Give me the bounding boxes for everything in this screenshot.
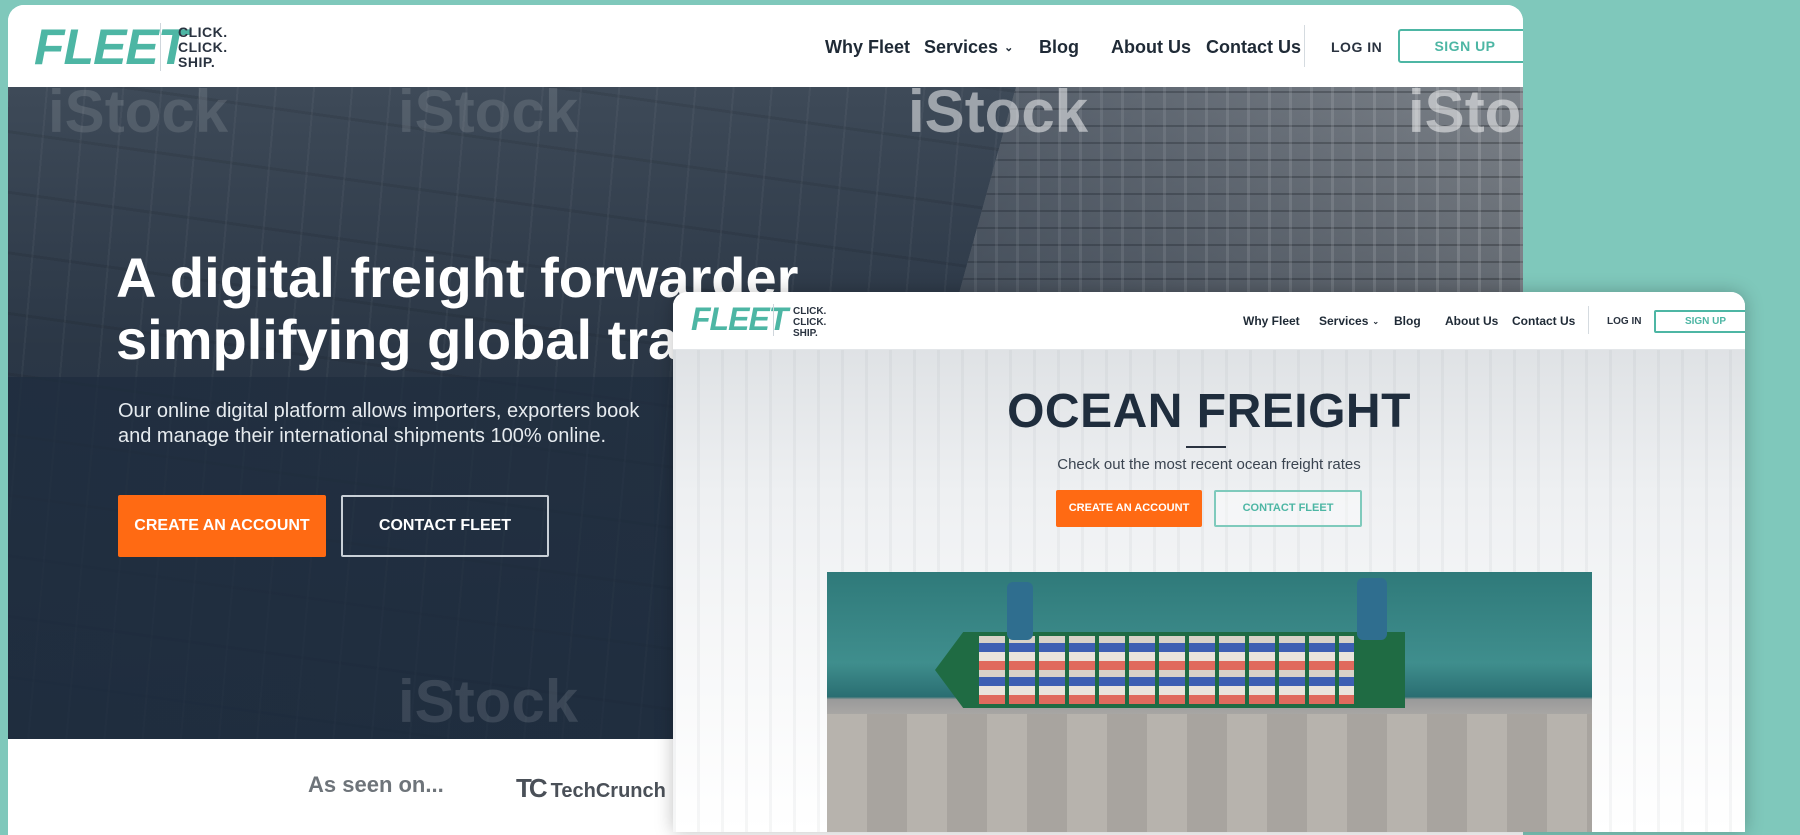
fleet-logo[interactable]: FLEET <box>34 21 188 73</box>
contact-fleet-button-small[interactable]: CONTACT FLEET <box>1214 490 1362 527</box>
logo-divider <box>160 23 161 71</box>
front-browser-window: FLEET CLICK. CLICK. SHIP. Why Fleet Serv… <box>673 292 1745 832</box>
login-link[interactable]: LOG IN <box>1331 39 1382 55</box>
nav-services-small[interactable]: Services ⌄ <box>1319 314 1379 328</box>
nav-why-fleet-small[interactable]: Why Fleet <box>1243 314 1300 328</box>
create-account-button-small[interactable]: CREATE AN ACCOUNT <box>1056 490 1202 527</box>
watermark: iStock <box>1408 87 1523 145</box>
nav-about-us[interactable]: About Us <box>1111 37 1191 58</box>
page-subtitle: Check out the most recent ocean freight … <box>1057 456 1361 473</box>
nav-about-us-small[interactable]: About Us <box>1445 314 1498 328</box>
watermark: iStock <box>908 87 1089 145</box>
signup-button-small[interactable]: SIGN UP <box>1654 310 1745 333</box>
chevron-down-icon: ⌄ <box>1372 317 1380 326</box>
as-seen-on-label: As seen on... <box>308 772 444 797</box>
tugboat <box>1007 582 1033 640</box>
nav-blog[interactable]: Blog <box>1039 37 1079 58</box>
nav-contact-us-small[interactable]: Contact Us <box>1512 314 1575 328</box>
login-link-small[interactable]: LOG IN <box>1607 316 1641 327</box>
chevron-down-icon: ⌄ <box>1004 42 1014 54</box>
tagline-line-2: CLICK. <box>793 317 827 328</box>
page-title: OCEAN FREIGHT <box>1007 385 1411 438</box>
watermark: iStock <box>398 668 579 735</box>
top-navbar-small: FLEET CLICK. CLICK. SHIP. Why Fleet Serv… <box>673 292 1745 350</box>
tagline-line-1: CLICK. <box>793 306 827 317</box>
watermark: iStock <box>48 87 229 145</box>
tagline-line-1: CLICK. <box>178 24 228 40</box>
subtext-line-1: Our online digital platform allows impor… <box>118 400 640 422</box>
subtext-line-2: and manage their international shipments… <box>118 425 607 447</box>
techcrunch-logo[interactable]: TC TechCrunch <box>516 773 666 804</box>
logo-tagline-small: CLICK. CLICK. SHIP. <box>793 306 826 339</box>
techcrunch-name: TechCrunch <box>550 780 666 802</box>
tagline-line-3: SHIP. <box>178 54 216 70</box>
nav-services-label: Services <box>1319 314 1369 328</box>
techcrunch-mark-icon: TC <box>516 773 548 803</box>
create-account-button[interactable]: CREATE AN ACCOUNT <box>118 495 326 557</box>
nav-contact-us[interactable]: Contact Us <box>1206 37 1301 58</box>
tagline-line-3: SHIP. <box>793 328 818 339</box>
top-navbar: FLEET CLICK. CLICK. SHIP. Why Fleet Serv… <box>8 5 1523 87</box>
nav-divider <box>1304 25 1305 67</box>
title-underline <box>1186 446 1226 448</box>
logo-divider-small <box>773 304 774 336</box>
logo-tagline: CLICK. CLICK. SHIP. <box>178 25 228 70</box>
nav-services[interactable]: Services ⌄ <box>924 37 1013 58</box>
nav-divider-small <box>1588 306 1589 334</box>
nav-why-fleet[interactable]: Why Fleet <box>825 37 910 58</box>
container-ship-photo <box>827 572 1592 832</box>
hero-subtext: Our online digital platform allows impor… <box>118 399 678 449</box>
nav-blog-small[interactable]: Blog <box>1394 314 1421 328</box>
tugboat <box>1357 578 1387 640</box>
dock <box>827 714 1592 832</box>
signup-button[interactable]: SIGN UP <box>1398 29 1523 63</box>
tagline-line-2: CLICK. <box>178 39 228 55</box>
nav-services-label: Services <box>924 37 999 57</box>
watermark: iStock <box>398 87 579 145</box>
ship-containers <box>979 636 1354 704</box>
contact-fleet-button[interactable]: CONTACT FLEET <box>341 495 549 557</box>
